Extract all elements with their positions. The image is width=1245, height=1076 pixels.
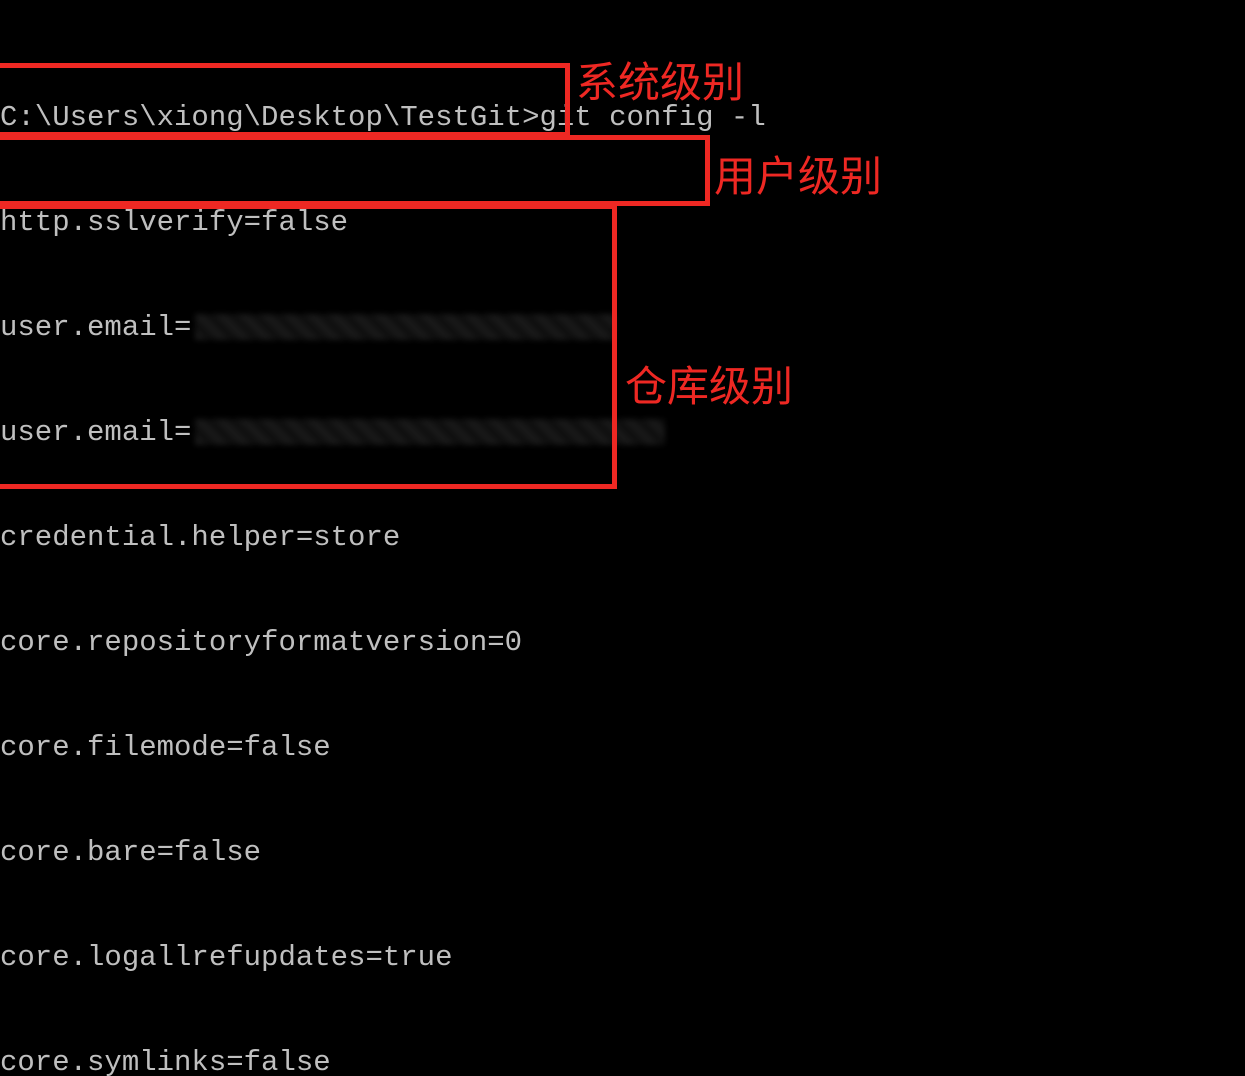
config-line: core.logallrefupdates=true bbox=[0, 940, 1245, 975]
config-line: core.bare=false bbox=[0, 835, 1245, 870]
config-line: core.filemode=false bbox=[0, 730, 1245, 765]
annotation-box-system bbox=[0, 63, 570, 137]
annotation-label-system: 系统级别 bbox=[576, 63, 744, 105]
config-line: core.repositoryformatversion=0 bbox=[0, 625, 1245, 660]
annotation-box-repo bbox=[0, 204, 617, 489]
config-line: core.symlinks=false bbox=[0, 1045, 1245, 1076]
annotation-box-user bbox=[0, 135, 710, 206]
annotation-label-user: 用户级别 bbox=[714, 157, 882, 199]
annotation-label-repo: 仓库级别 bbox=[625, 367, 793, 409]
